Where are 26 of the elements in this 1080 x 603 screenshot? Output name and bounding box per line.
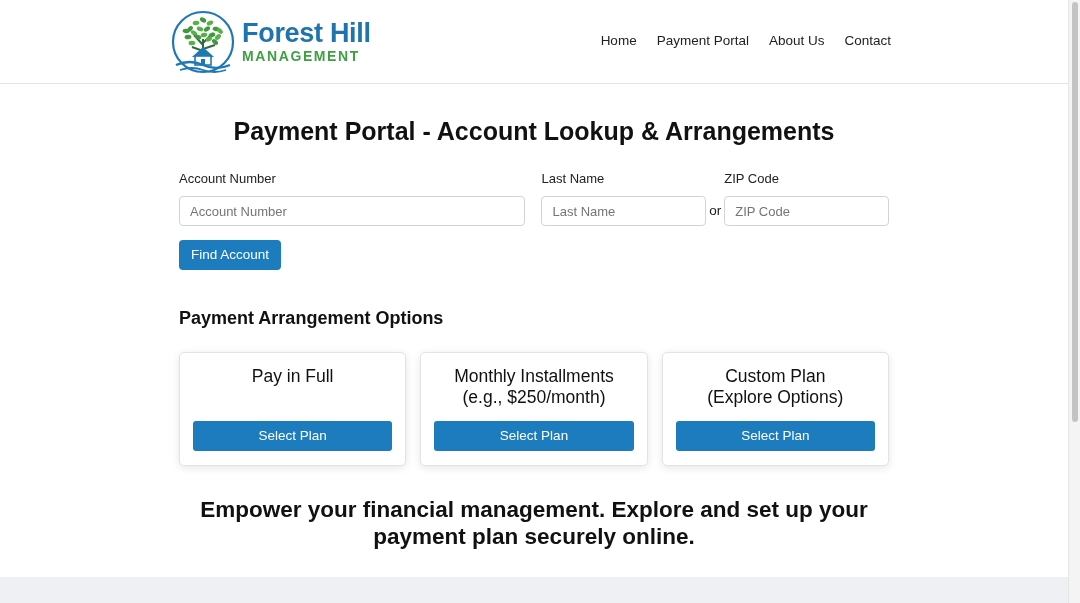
section-heading: Payment Arrangement Options — [179, 307, 445, 330]
nav-link[interactable]: Home — [600, 31, 637, 52]
select-plan-button[interactable]: Select Plan — [193, 421, 393, 451]
tree-house-logo-icon — [170, 8, 236, 75]
nav-link[interactable]: About Us — [768, 31, 825, 52]
or-separator: or — [708, 202, 723, 220]
nav-link[interactable]: Payment Portal — [656, 31, 749, 52]
nav-link[interactable]: Contact — [844, 31, 891, 52]
select-plan-button[interactable]: Select Plan — [434, 421, 634, 451]
text-input-field[interactable]: Last Name — [541, 196, 707, 226]
field-label: ZIP Code — [724, 169, 780, 188]
text-input-field[interactable]: Account Number — [179, 196, 526, 226]
text-input-field[interactable]: ZIP Code — [724, 196, 889, 226]
scrollbar-thumb[interactable] — [1071, 2, 1078, 422]
find-account-button[interactable]: Find Account — [179, 240, 282, 270]
tagline-text: Empower your financial management. Explore and set up your payment plan securely online. — [199, 496, 869, 550]
page-title: Payment Portal - Account Lookup & Arrangements — [232, 116, 836, 147]
plan-title: Monthly Installments (e.g., $250/month) — [453, 366, 615, 408]
plan-title: Custom Plan (Explore Options) — [706, 366, 845, 408]
scrollbar[interactable] — [1068, 0, 1080, 603]
logo-subtitle: MANAGEMENT — [242, 49, 361, 63]
logo-name: Forest Hill — [242, 20, 371, 47]
field-label: Last Name — [541, 169, 606, 188]
plan-title: Pay in Full — [250, 366, 335, 387]
field-label: Account Number — [179, 169, 277, 188]
select-plan-button[interactable]: Select Plan — [675, 421, 875, 451]
